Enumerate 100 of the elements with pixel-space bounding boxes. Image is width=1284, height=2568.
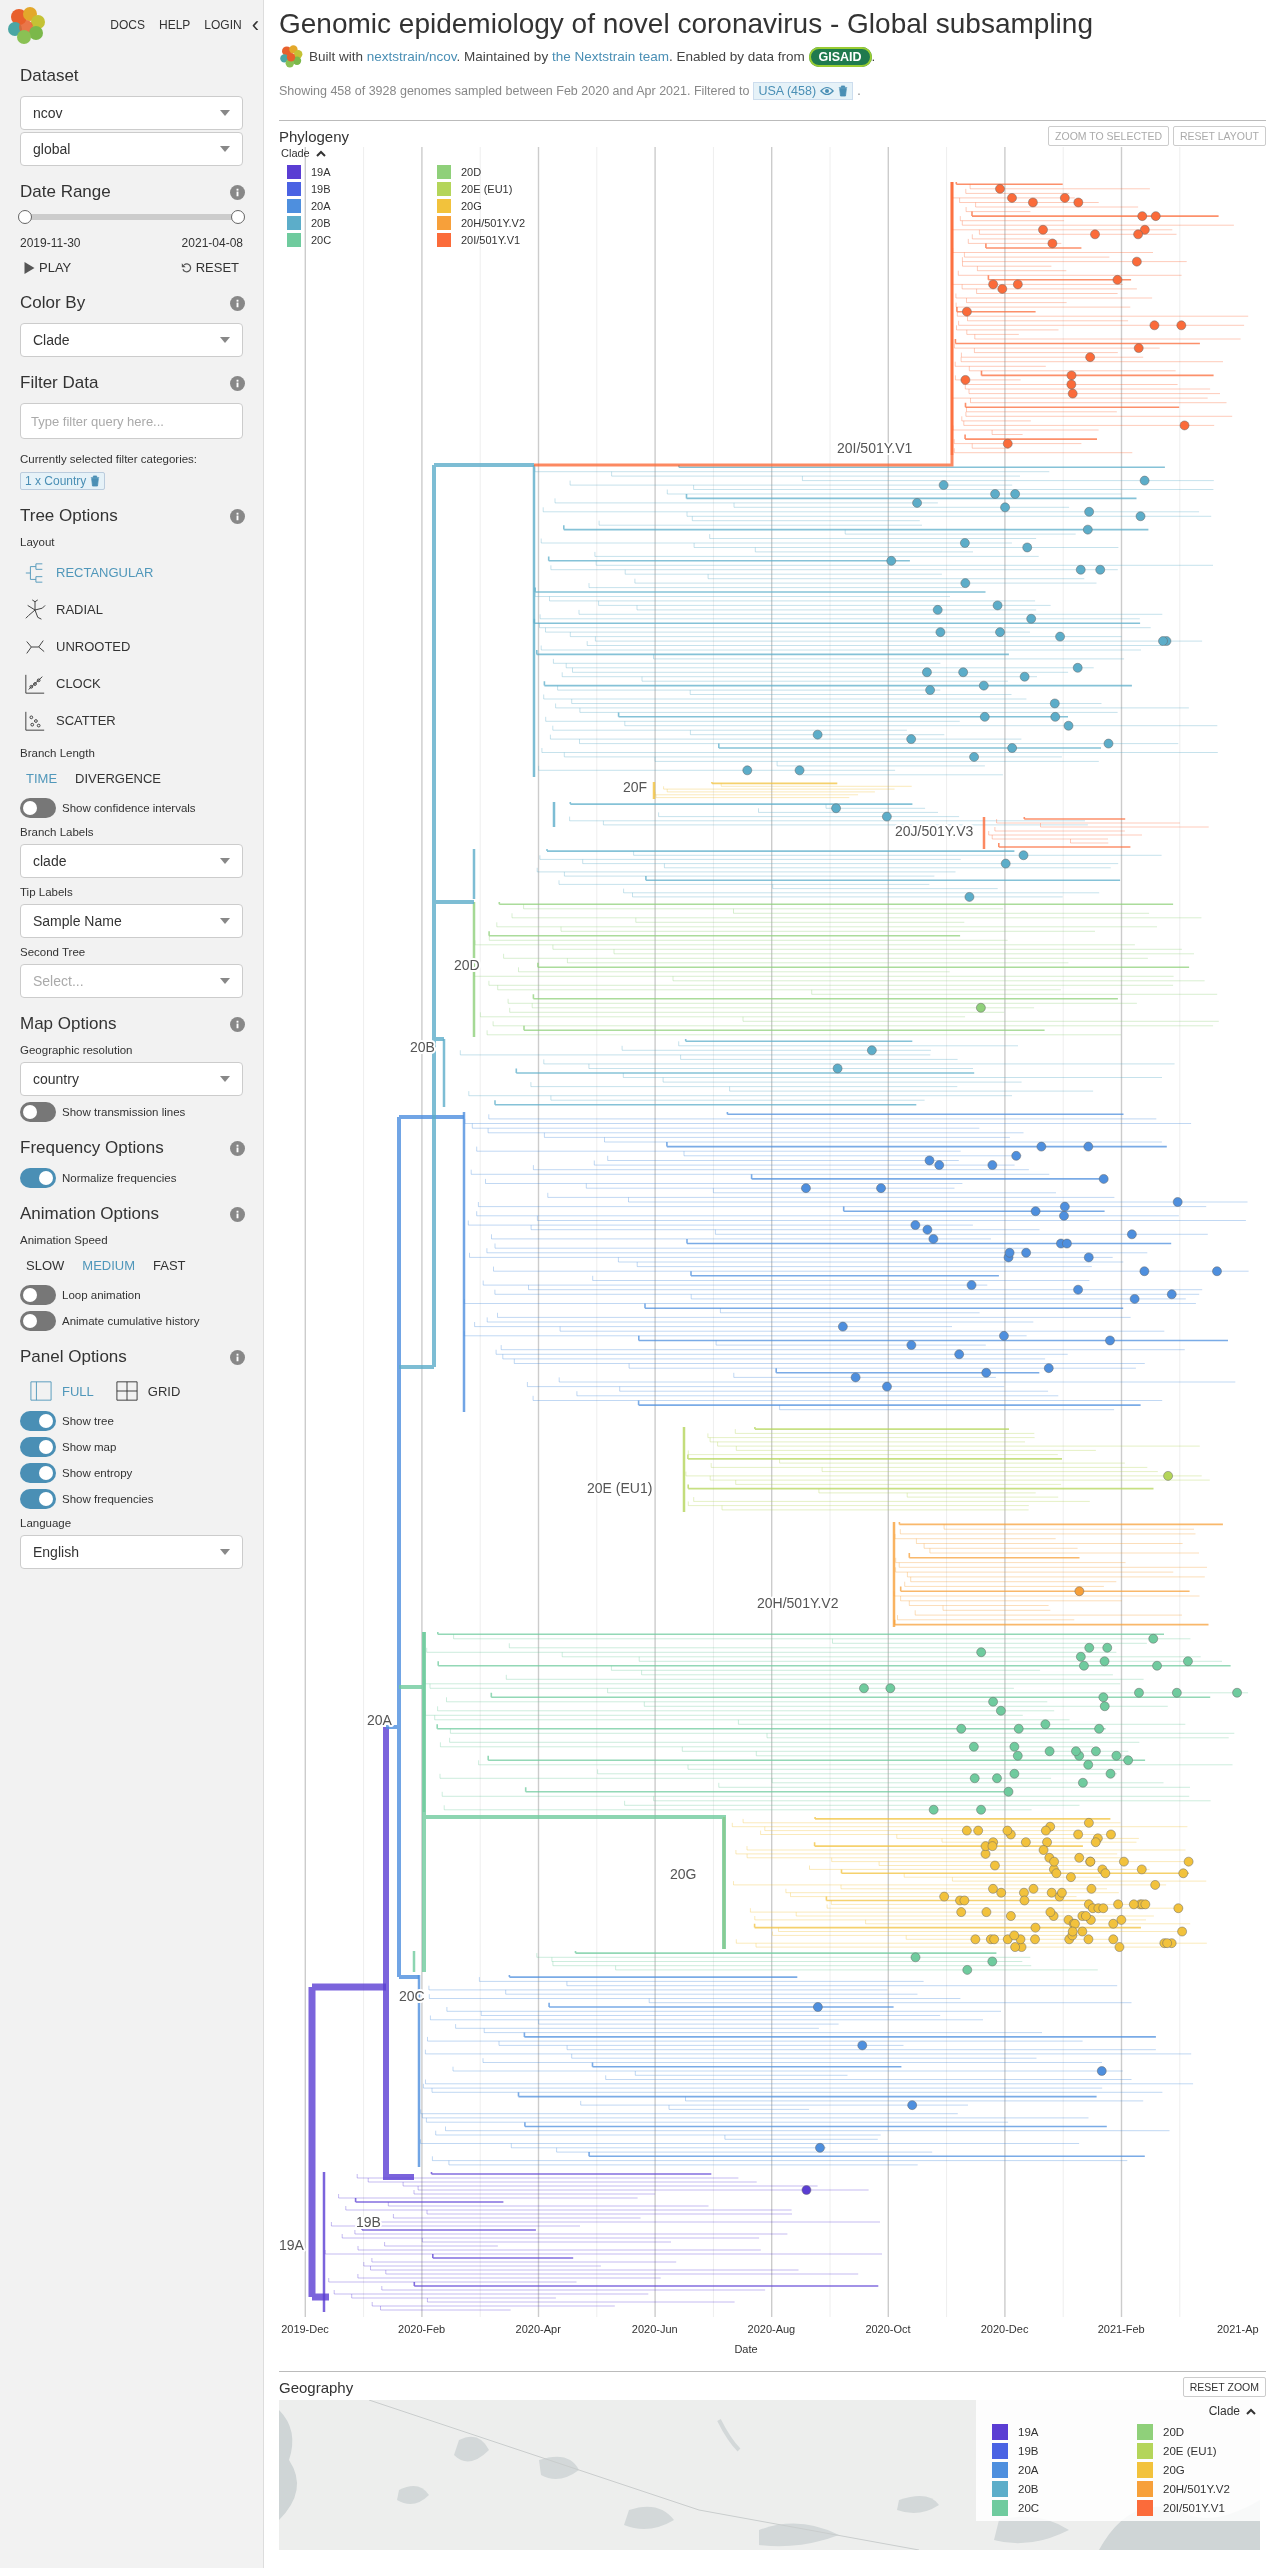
panel-layout-option[interactable]: GRID	[111, 1377, 181, 1405]
slider-handle[interactable]	[231, 210, 245, 224]
toggle-label: Show entropy	[62, 1467, 133, 1479]
logo-icon[interactable]	[6, 5, 46, 45]
field-label: Second Tree	[20, 946, 87, 958]
legend-label: 20H/501Y.V2	[461, 216, 526, 229]
nav-link[interactable]: LOGIN	[204, 18, 242, 32]
legend-label: 20D	[1163, 2425, 1185, 2438]
legend-toggle[interactable]: Clade	[1208, 2404, 1256, 2418]
legend-toggle[interactable]: Clade	[281, 147, 326, 159]
info-icon[interactable]	[230, 1140, 245, 1156]
axis-tick-label: 2021-Ap	[1217, 2323, 1259, 2335]
data-source-badge[interactable]: GISAID	[808, 46, 872, 67]
clade-label: 19B	[356, 2214, 381, 2230]
byline-text: Built with nextstrain/ncov. Maintained by the Nextstrain team. Enabled by data from GISAID .	[309, 48, 876, 64]
dropdown[interactable]: ncov	[20, 96, 243, 130]
nav-link[interactable]: HELP	[158, 18, 191, 32]
toggle-switch[interactable]	[20, 1311, 56, 1331]
info-icon[interactable]	[230, 375, 245, 391]
scatter-plot-icon	[24, 709, 46, 732]
axis-tick-label: 2020-Feb	[398, 2323, 446, 2335]
option-button[interactable]: SLOW	[26, 1252, 65, 1279]
info-icon[interactable]	[230, 1206, 245, 1222]
field-label: Geographic resolution	[20, 1044, 134, 1056]
layout-option[interactable]: UNROOTED	[20, 628, 243, 665]
toggle-switch[interactable]	[20, 1411, 56, 1431]
layout-option[interactable]: CLOCK	[20, 665, 243, 702]
field-label: Animation Speed	[20, 1234, 109, 1246]
toggle-switch[interactable]	[20, 1168, 56, 1188]
clade-label: 20H/501Y.V2	[757, 1595, 839, 1611]
trash-icon[interactable]	[838, 85, 849, 97]
toggle-switch[interactable]	[20, 1489, 56, 1509]
legend-label: 20E (EU1)	[461, 182, 513, 195]
panel-title: Phylogeny	[279, 127, 350, 145]
caret-icon	[220, 337, 230, 343]
dropdown[interactable]: country	[20, 1062, 243, 1096]
legend-label: 19A	[311, 165, 331, 178]
dropdown[interactable]: clade	[20, 844, 243, 878]
legend-label: 20D	[461, 165, 482, 178]
toggle-switch[interactable]	[20, 1102, 56, 1122]
eye-icon[interactable]	[820, 86, 835, 96]
toggle-label: Show tree	[62, 1415, 114, 1427]
radial-tree-icon	[24, 598, 46, 621]
legend-label: 20G	[461, 199, 482, 212]
slider-handle[interactable]	[18, 210, 32, 224]
collapse-toggle[interactable]: ‹	[251, 12, 259, 38]
clade-label: 19A	[279, 2237, 304, 2253]
axis-tick-label: 2020-Apr	[515, 2323, 561, 2335]
play-button[interactable]: PLAY	[20, 258, 76, 277]
dropdown[interactable]: global	[20, 132, 243, 166]
summary-text: .	[857, 84, 861, 98]
clade-label: 20J/501Y.V3	[895, 823, 974, 839]
toggle-switch[interactable]	[20, 1285, 56, 1305]
info-icon[interactable]	[230, 1016, 245, 1032]
clade-label: 20F	[623, 779, 648, 795]
toggle-label: Normalize frequencies	[62, 1172, 177, 1184]
caret-icon	[220, 978, 230, 984]
link[interactable]: nextstrain/ncov	[366, 48, 457, 64]
toggle-switch[interactable]	[20, 1437, 56, 1457]
toggle-switch[interactable]	[20, 1463, 56, 1483]
toggle-label: Show frequencies	[62, 1493, 154, 1505]
dropdown[interactable]: English	[20, 1535, 243, 1569]
toggle-switch[interactable]	[20, 798, 56, 818]
layout-option[interactable]: RADIAL	[20, 591, 243, 628]
info-icon[interactable]	[230, 1349, 245, 1365]
filter-input[interactable]: Type filter query here...	[20, 403, 243, 439]
legend-label: 20H/501Y.V2	[1163, 2482, 1230, 2495]
link[interactable]: the Nextstrain team	[551, 48, 669, 64]
logo-icon	[279, 44, 303, 68]
section-title: Map Options	[20, 1014, 117, 1034]
info-icon[interactable]	[230, 184, 245, 200]
section-title: Date Range	[20, 182, 111, 202]
legend-label: 20B	[311, 216, 331, 229]
info-icon[interactable]	[230, 295, 245, 311]
section-title: Animation Options	[20, 1204, 159, 1224]
caret-icon	[315, 149, 326, 157]
clade-label: 20G	[670, 1866, 697, 1882]
clade-label: 20E (EU1)	[587, 1480, 653, 1496]
option-button[interactable]: DIVERGENCE	[75, 765, 162, 792]
caret-icon	[220, 110, 230, 116]
trash-icon[interactable]	[90, 475, 101, 487]
legend-label: 19B	[311, 182, 331, 195]
axis-title: Date	[734, 2343, 758, 2355]
section-title: Filter Data	[20, 373, 99, 393]
reset-zoom-button[interactable]: RESET ZOOM	[1182, 2377, 1266, 2397]
nav-link[interactable]: DOCS	[110, 18, 145, 32]
clade-label: 20A	[367, 1712, 392, 1728]
field-label: Tip Labels	[20, 886, 74, 898]
dropdown[interactable]: Sample Name	[20, 904, 243, 938]
toggle-label: Loop animation	[62, 1289, 141, 1301]
date-label: 2019-11-30	[20, 236, 81, 250]
option-button[interactable]: FAST	[153, 1252, 186, 1279]
layout-option[interactable]: SCATTER	[20, 702, 243, 739]
info-icon[interactable]	[230, 508, 245, 524]
dropdown[interactable]: Clade	[20, 323, 243, 357]
legend-label: 20I/501Y.V1	[461, 233, 521, 246]
toggle-label: Show transmission lines	[62, 1106, 186, 1118]
caret-icon	[220, 1076, 230, 1082]
reset-button[interactable]: RESET	[176, 258, 243, 277]
toggle-label: Show confidence intervals	[62, 802, 196, 814]
